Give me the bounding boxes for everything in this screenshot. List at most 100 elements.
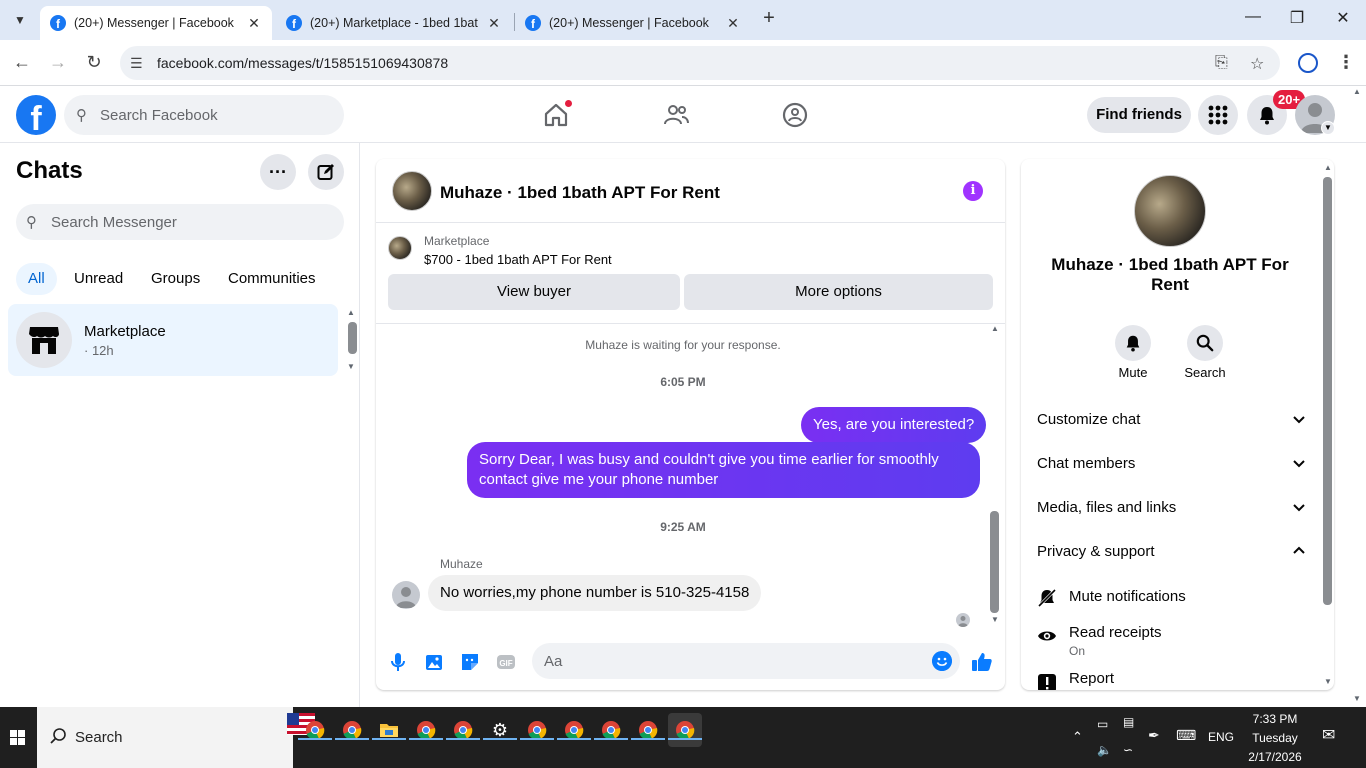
facebook-logo-icon[interactable]: f (16, 95, 56, 135)
pen-icon[interactable]: ✒ (1148, 727, 1160, 744)
site-info-icon[interactable]: ☰ (130, 55, 143, 72)
chrome-taskbar-icon[interactable] (298, 713, 332, 747)
listing-title[interactable]: $700 - 1bed 1bath APT For Rent (424, 252, 612, 267)
info-scroll-down-arrow[interactable]: ▼ (1324, 677, 1332, 686)
notification-center-icon[interactable]: ✉ (1322, 725, 1335, 745)
browser-tab-messenger[interactable]: f (20+) Messenger | Facebook ✕ (40, 6, 272, 40)
chrome-taskbar-icon[interactable] (557, 713, 591, 747)
mute-notifications-item[interactable]: Mute notifications (1037, 588, 1307, 612)
close-tab-icon[interactable]: ✕ (725, 15, 741, 32)
media-files-links-section[interactable]: Media, files and links (1037, 487, 1307, 531)
restore-window-icon[interactable]: ❐ (1282, 8, 1312, 28)
browser-tab-messenger-2[interactable]: f (20+) Messenger | Facebook ✕ (515, 6, 751, 40)
clock-date[interactable]: 2/17/2026 (1240, 750, 1310, 764)
conversation-avatar[interactable] (392, 171, 432, 211)
chrome-taskbar-icon[interactable] (446, 713, 480, 747)
messenger-search-input[interactable] (51, 204, 331, 240)
close-window-icon[interactable]: ✕ (1328, 8, 1358, 28)
chats-options-button[interactable]: ··· (260, 154, 296, 190)
chats-scroll-up-arrow[interactable]: ▲ (347, 308, 355, 317)
install-app-icon[interactable]: ⎘ (1215, 54, 1228, 72)
reload-icon[interactable]: ↻ (82, 52, 106, 73)
facebook-search[interactable]: ⚲ (64, 95, 344, 135)
sender-avatar[interactable] (392, 581, 420, 609)
phone-link-icon[interactable]: ▤ (1123, 715, 1134, 729)
chats-scrollbar-thumb[interactable] (348, 322, 357, 354)
back-icon[interactable]: ← (10, 52, 34, 73)
groups-icon[interactable] (781, 101, 809, 129)
message-input[interactable] (544, 643, 914, 679)
find-friends-button[interactable]: Find friends (1087, 97, 1191, 133)
chrome-taskbar-icon[interactable] (409, 713, 443, 747)
tray-chevron-up-icon[interactable]: ⌃ (1072, 729, 1083, 745)
info-scroll-up-arrow[interactable]: ▲ (1324, 163, 1332, 172)
browser-profile-icon[interactable] (1298, 53, 1318, 73)
filter-tab-unread[interactable]: Unread (62, 263, 135, 295)
new-message-button[interactable] (308, 154, 344, 190)
url-text[interactable]: facebook.com/messages/t/1585151069430878 (157, 55, 448, 71)
chrome-taskbar-icon[interactable] (631, 713, 665, 747)
friends-icon[interactable] (662, 101, 690, 129)
minimize-window-icon[interactable]: — (1238, 8, 1268, 26)
wifi-icon[interactable]: ∽ (1123, 743, 1133, 757)
more-options-button[interactable]: More options (684, 274, 993, 310)
messenger-search[interactable]: ⚲ (16, 204, 344, 240)
info-avatar[interactable] (1134, 175, 1206, 247)
conversation-info-icon[interactable]: i (963, 181, 983, 201)
filter-tab-groups[interactable]: Groups (139, 263, 212, 295)
emoji-icon[interactable] (932, 651, 952, 671)
page-scroll-down-arrow[interactable]: ▼ (1353, 694, 1361, 703)
like-icon[interactable] (970, 650, 994, 674)
settings-taskbar-icon[interactable]: ⚙ (483, 713, 517, 747)
report-item[interactable]: Report (1037, 670, 1307, 690)
chevron-down-icon[interactable]: ▼ (1321, 121, 1335, 135)
browser-menu-icon[interactable]: ⋮ (1337, 52, 1355, 73)
filter-tab-communities[interactable]: Communities (216, 263, 328, 295)
input-language[interactable]: ENG (1208, 730, 1234, 744)
menu-grid-button[interactable] (1198, 95, 1238, 135)
new-tab-button[interactable]: + (758, 8, 780, 30)
battery-icon[interactable]: ▭ (1097, 717, 1108, 731)
taskbar-search[interactable]: Search (37, 707, 315, 768)
file-explorer-taskbar-icon[interactable] (372, 713, 406, 747)
chrome-taskbar-icon[interactable] (335, 713, 369, 747)
mute-button[interactable] (1115, 325, 1151, 361)
bookmark-star-icon[interactable]: ☆ (1250, 54, 1264, 74)
thread-scroll-down-arrow[interactable]: ▼ (991, 615, 999, 624)
chat-list-item[interactable]: Marketplace · 12h (8, 304, 338, 376)
read-receipts-item[interactable]: Read receipts On (1037, 624, 1307, 660)
page-scroll-up-arrow[interactable]: ▲ (1353, 87, 1361, 96)
sticker-icon[interactable] (458, 650, 482, 674)
view-buyer-button[interactable]: View buyer (388, 274, 680, 310)
chats-scroll-down-arrow[interactable]: ▼ (347, 362, 355, 371)
thread-scroll-up-arrow[interactable]: ▲ (991, 324, 999, 333)
search-in-conversation-button[interactable] (1187, 325, 1223, 361)
chrome-taskbar-icon[interactable] (520, 713, 554, 747)
customize-chat-section[interactable]: Customize chat (1037, 399, 1307, 443)
outgoing-message[interactable]: Sorry Dear, I was busy and couldn't give… (467, 442, 980, 498)
chrome-taskbar-icon-active[interactable] (668, 713, 702, 747)
browser-tab-marketplace[interactable]: f (20+) Marketplace - 1bed 1bat ✕ (276, 6, 512, 40)
clock-day[interactable]: Tuesday (1240, 731, 1310, 745)
microphone-icon[interactable] (386, 650, 410, 674)
photo-icon[interactable] (422, 650, 446, 674)
chrome-taskbar-icon[interactable] (594, 713, 628, 747)
conversation-title[interactable]: Muhaze · 1bed 1bath APT For Rent (440, 183, 720, 203)
outgoing-message[interactable]: Yes, are you interested? (801, 407, 987, 443)
filter-tab-all[interactable]: All (16, 263, 57, 295)
speaker-muted-icon[interactable]: 🔈 (1097, 743, 1112, 757)
address-bar[interactable]: ☰ facebook.com/messages/t/15851510694308… (120, 46, 1280, 80)
tab-search-icon[interactable]: ▼ (8, 8, 32, 32)
close-tab-icon[interactable]: ✕ (246, 15, 262, 32)
close-tab-icon[interactable]: ✕ (486, 15, 502, 32)
clock-time[interactable]: 7:33 PM (1240, 712, 1310, 726)
message-input-box[interactable] (532, 643, 960, 679)
chat-members-section[interactable]: Chat members (1037, 443, 1307, 487)
incoming-message[interactable]: No worries,my phone number is 510-325-41… (428, 575, 762, 611)
facebook-search-input[interactable] (100, 95, 330, 135)
thread-scrollbar-thumb[interactable] (990, 511, 999, 613)
forward-icon[interactable]: → (46, 52, 70, 73)
privacy-support-section[interactable]: Privacy & support (1037, 531, 1307, 575)
keyboard-icon[interactable]: ⌨ (1176, 727, 1196, 744)
windows-start-icon[interactable] (0, 707, 36, 768)
